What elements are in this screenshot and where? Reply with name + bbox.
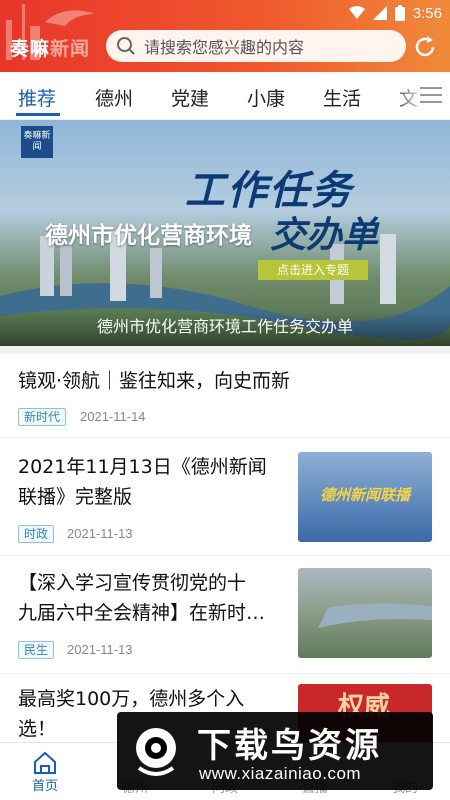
tab-life[interactable]: 生活 — [323, 84, 361, 111]
news-title-line2: 选！ — [18, 718, 57, 740]
section-divider — [0, 346, 450, 354]
nav-label: 首页 — [31, 779, 58, 794]
featured-banner[interactable]: 奏嘛新闻 工作任务 德州市优化营商环境 交办单 点击进入专题 德州市优化营商环境… — [0, 120, 450, 346]
wifi-icon — [348, 6, 365, 19]
search-placeholder: 请搜索您感兴趣的内容 — [144, 38, 305, 57]
status-time: 3:56 — [412, 4, 442, 22]
search-bar[interactable]: 请搜索您感兴趣的内容 — [106, 30, 406, 62]
logo-main: 奏嘛 — [10, 38, 51, 60]
news-tag: 新时代 — [18, 408, 67, 426]
news-item[interactable]: 【深入学习宣传贯彻党的十 九届六中全会精神】在新时… 民生 2021-11-13 — [0, 556, 450, 674]
status-bar: 3:56 — [348, 3, 442, 23]
battery-icon — [394, 5, 405, 21]
menu-icon[interactable] — [418, 84, 444, 106]
news-item[interactable]: 2021年11月13日《德州新闻 联播》完整版 时政 2021-11-13 德州… — [0, 438, 450, 556]
news-thumbnail: 德州新闻联播 — [298, 452, 432, 542]
news-title-line2: 联播》完整版 — [18, 486, 133, 508]
river-image — [318, 603, 432, 628]
news-item[interactable]: 镜观·领航｜鉴往知来，向史而新 新时代 2021-11-14 — [0, 354, 450, 438]
news-date: 2021-11-13 — [67, 526, 133, 541]
news-date: 2021-11-13 — [67, 642, 133, 657]
news-date: 2021-11-14 — [80, 409, 146, 424]
tab-party[interactable]: 党建 — [171, 84, 209, 111]
banner-headline-right: 交办单 — [270, 215, 379, 256]
nav-home[interactable]: 首页 — [15, 751, 75, 794]
bird-logo-icon — [136, 728, 176, 776]
tab-dezhou[interactable]: 德州 — [95, 84, 133, 111]
search-icon — [117, 37, 135, 55]
signal-icon — [372, 6, 387, 20]
app-logo: 奏嘛新闻 — [10, 34, 90, 61]
news-title: 镜观·领航｜鉴往知来，向史而新 — [18, 370, 291, 392]
banner-caption: 德州市优化营商环境工作任务交办单 — [0, 312, 450, 346]
logo-dim: 新闻 — [50, 38, 91, 60]
enter-topic-button[interactable]: 点击进入专题 — [258, 260, 368, 280]
news-title-line1: 2021年11月13日《德州新闻 — [18, 456, 267, 478]
app-header: 3:56 奏嘛新闻 请搜索您感兴趣的内容 — [0, 0, 450, 72]
tab-active-indicator — [16, 113, 60, 116]
news-title-line1: 最高奖100万，德州多个入 — [18, 688, 245, 710]
banner-headline-left: 德州市优化营商环境 — [45, 223, 252, 249]
banner-badge: 奏嘛新闻 — [21, 126, 53, 158]
watermark-overlay: 下载鸟资源 www.xiazainiao.com — [117, 712, 433, 790]
news-tag: 民生 — [18, 641, 55, 659]
news-title-line2: 九届六中全会精神】在新时… — [18, 602, 266, 624]
watermark-title: 下载鸟资源 — [197, 726, 382, 766]
thumbnail-text: 德州新闻联播 — [319, 486, 410, 504]
news-tag: 时政 — [18, 525, 55, 543]
news-thumbnail — [298, 568, 432, 658]
home-icon — [34, 751, 56, 774]
refresh-icon[interactable] — [412, 34, 438, 60]
tab-recommend[interactable]: 推荐 — [18, 84, 56, 111]
category-tabs: 推荐 德州 党建 小康 生活 文 — [0, 72, 450, 120]
tab-xiaokang[interactable]: 小康 — [247, 84, 285, 111]
news-title-line1: 【深入学习宣传贯彻党的十 — [18, 572, 247, 594]
watermark-url: www.xiazainiao.com — [199, 764, 362, 783]
